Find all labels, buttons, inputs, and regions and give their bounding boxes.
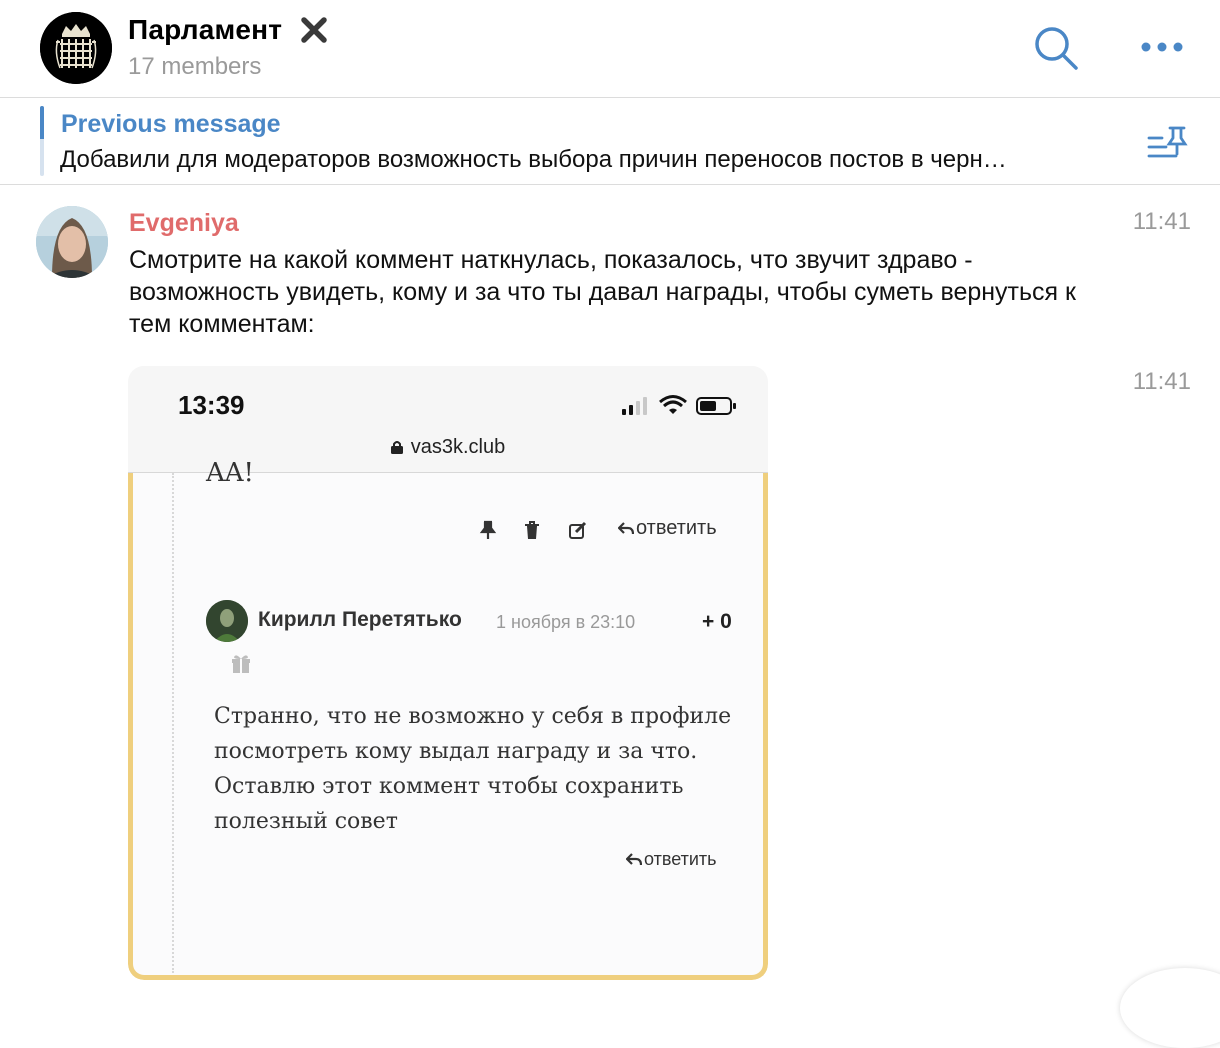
- sender-name[interactable]: Evgeniya: [129, 209, 239, 238]
- search-icon: [1035, 27, 1078, 70]
- close-icon: [299, 15, 329, 45]
- reply-icon: [618, 522, 634, 535]
- pinned-indicator: [40, 106, 44, 176]
- phone-url-bar: vas3k.club: [128, 436, 768, 459]
- edit-icon[interactable]: [568, 520, 588, 540]
- photo-attachment[interactable]: 13:39 vas3k.club AA! ответить Кирилл Пер…: [128, 366, 768, 980]
- more-button[interactable]: [1138, 30, 1188, 64]
- member-count: 17 members: [128, 53, 262, 80]
- pinned-label: Previous message: [61, 110, 281, 138]
- chat-title-block[interactable]: Парламент: [128, 14, 329, 46]
- comment-score[interactable]: + 0: [702, 610, 732, 634]
- comment-text: Странно, что не возможно у себя в профил…: [214, 704, 732, 834]
- pin-icon[interactable]: [478, 520, 498, 540]
- more-icon: [1141, 42, 1183, 52]
- trash-icon[interactable]: [522, 520, 542, 540]
- scroll-down-button[interactable]: [1120, 968, 1220, 1048]
- status-icons: [622, 395, 736, 415]
- pinned-message-bar[interactable]: Previous message Добавили для модераторо…: [0, 98, 1220, 185]
- phone-clock: 13:39: [178, 390, 245, 420]
- chat-avatar[interactable]: [40, 12, 112, 84]
- gift-icon[interactable]: [230, 652, 252, 674]
- phone-url: vas3k.club: [410, 436, 506, 458]
- lock-icon: [390, 441, 403, 454]
- pinned-text: Добавили для модераторов возможность выб…: [60, 146, 1007, 173]
- reply-icon: [626, 853, 642, 866]
- comment-reply-button[interactable]: ответить: [626, 849, 717, 870]
- chat-header: Парламент 17 members: [0, 0, 1220, 98]
- comment-author-avatar[interactable]: [206, 600, 248, 642]
- phone-status-bar: 13:39 vas3k.club: [128, 366, 768, 473]
- reply-button[interactable]: ответить: [618, 517, 717, 540]
- sender-avatar[interactable]: [36, 206, 108, 278]
- comment-author[interactable]: Кирилл Перетятько: [258, 608, 462, 632]
- photo-time: 11:41: [1132, 368, 1191, 395]
- pinned-list-icon[interactable]: [1146, 122, 1192, 164]
- message-text: Смотрите на какой коммент наткнулась, по…: [129, 246, 1076, 338]
- previous-comment-text: AA!: [206, 458, 255, 488]
- comment-content: AA! ответить Кирилл Перетятько 1 ноября …: [128, 458, 768, 980]
- reply-label: ответить: [636, 517, 717, 539]
- chat-title: Парламент: [128, 14, 283, 45]
- comment-reply-label: ответить: [644, 849, 717, 869]
- message-time: 11:41: [1132, 208, 1191, 235]
- thread-line: [172, 473, 174, 973]
- search-button[interactable]: [1032, 24, 1080, 72]
- comment-date[interactable]: 1 ноября в 23:10: [496, 612, 635, 633]
